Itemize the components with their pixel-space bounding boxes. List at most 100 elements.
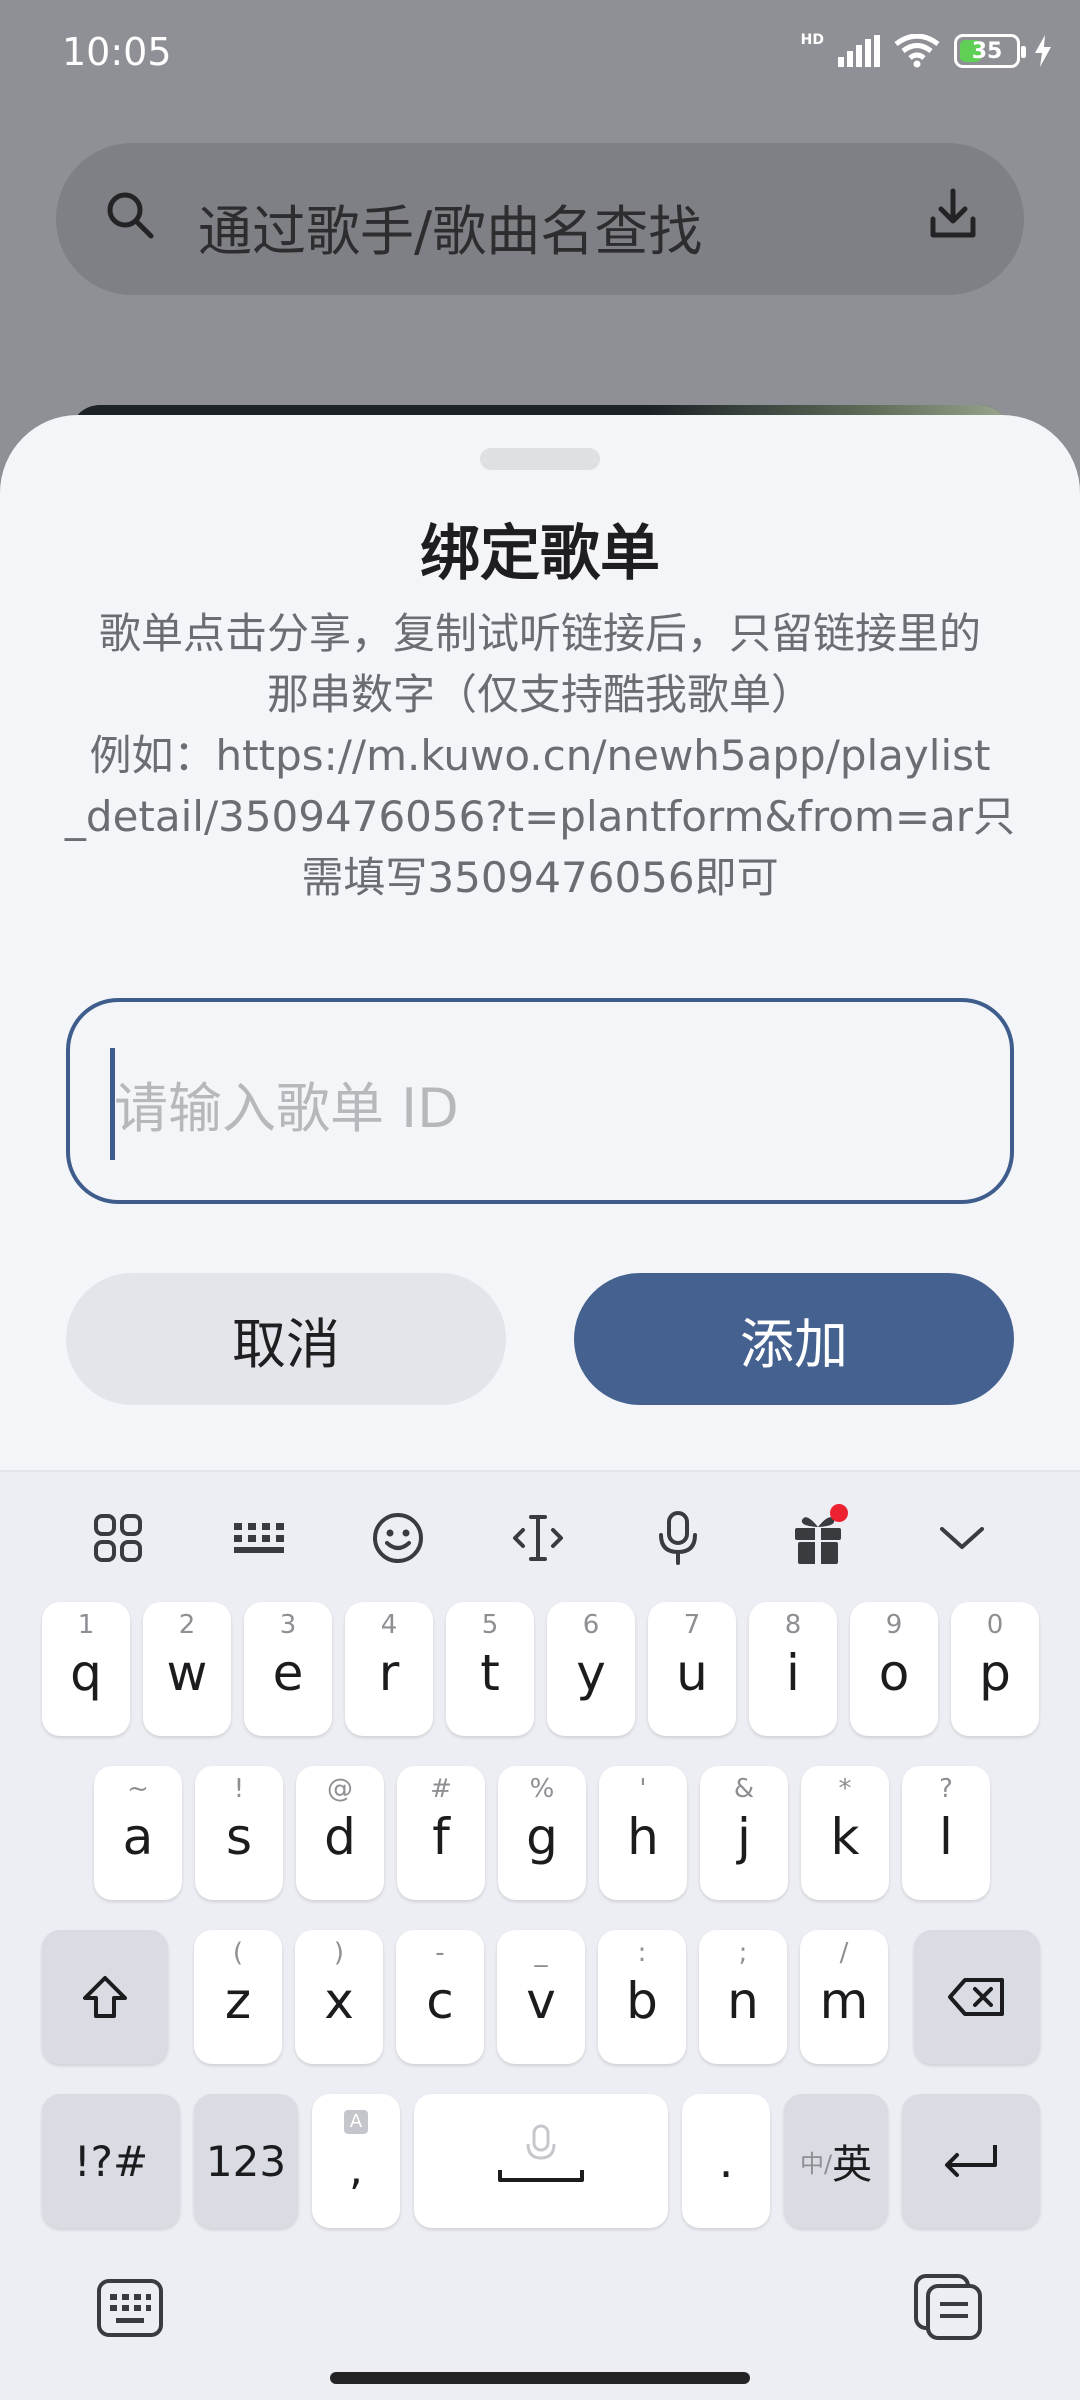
key-hint: * <box>838 1774 852 1804</box>
key-m[interactable]: / m <box>800 1930 888 2064</box>
key-label: s <box>225 1808 253 1866</box>
key-label: c <box>426 1972 454 2030</box>
drag-handle[interactable] <box>480 448 600 470</box>
dialog-description: 歌单点击分享，复制试听链接后，只留链接里的 那串数字（仅支持酷我歌单） 例如：h… <box>62 603 1018 908</box>
key-label: y <box>576 1644 606 1702</box>
keyboard-switch-icon[interactable] <box>96 2278 164 2338</box>
key-label: x <box>324 1972 354 2030</box>
input-placeholder: 请输入歌单 ID <box>114 1077 459 1140</box>
key-label: p <box>979 1644 1011 1702</box>
key-hint: 0 <box>986 1610 1004 1640</box>
enter-icon <box>945 2145 997 2177</box>
key-label: i <box>786 1644 800 1702</box>
emoji-icon[interactable] <box>368 1508 428 1568</box>
space-mic-icon <box>498 2124 584 2182</box>
description-line: 歌单点击分享，复制试听链接后，只留链接里的 <box>98 609 981 658</box>
search-bar[interactable]: 通过歌手/歌曲名查找 <box>56 143 1024 295</box>
enter-key[interactable] <box>902 2094 1040 2228</box>
key-n[interactable]: ; n <box>699 1930 787 2064</box>
space-key[interactable] <box>414 2094 668 2228</box>
description-line: 例如：https://m.kuwo.cn/newh5app/playlist <box>89 731 991 780</box>
signal-icon <box>838 35 880 67</box>
key-hint: 5 <box>481 1610 499 1640</box>
key-hint: 9 <box>885 1610 903 1640</box>
key-label: b <box>626 1972 658 2030</box>
key-hint: 4 <box>380 1610 398 1640</box>
search-icon <box>107 192 154 239</box>
description-line: _detail/3509476056?t=plantform&from=ar只 <box>64 792 1016 841</box>
comma-hint: A <box>344 2110 368 2134</box>
key-label: r <box>378 1644 400 1702</box>
numbers-key[interactable]: 123 <box>194 2094 298 2228</box>
clipboard-icon[interactable] <box>912 2272 984 2342</box>
key-y[interactable]: 6y <box>547 1602 635 1736</box>
shift-icon <box>83 1976 127 2018</box>
key-hint: 7 <box>683 1610 701 1640</box>
key-label: n <box>727 1972 759 2030</box>
key-hint: ( <box>232 1938 244 1968</box>
key-e[interactable]: 3e <box>244 1602 332 1736</box>
key-a[interactable]: ~ a <box>94 1766 182 1900</box>
key-hint: / <box>839 1938 849 1968</box>
key-d[interactable]: @ d <box>296 1766 384 1900</box>
comma-label: , <box>349 2144 363 2195</box>
keyboard-toolbar <box>0 1472 1080 1592</box>
key-label: w <box>166 1644 208 1702</box>
apps-grid-icon[interactable] <box>88 1508 148 1568</box>
keyboard-layout-icon[interactable] <box>228 1508 288 1568</box>
search-placeholder: 通过歌手/歌曲名查找 <box>198 200 703 263</box>
gift-icon[interactable] <box>788 1504 848 1568</box>
language-switch-key[interactable]: 中/英 <box>784 2094 888 2228</box>
add-button[interactable]: 添加 <box>574 1273 1014 1405</box>
key-r[interactable]: 4r <box>345 1602 433 1736</box>
backspace-key[interactable] <box>914 1930 1040 2064</box>
status-time: 10:05 <box>62 30 172 74</box>
key-c[interactable]: -c <box>396 1930 484 2064</box>
home-indicator[interactable] <box>330 2372 750 2384</box>
key-h[interactable]: ' h <box>599 1766 687 1900</box>
microphone-icon[interactable] <box>648 1508 708 1568</box>
key-k[interactable]: * k <box>801 1766 889 1900</box>
lang-small-label: 中/ <box>799 2149 833 2178</box>
key-t[interactable]: 5t <box>446 1602 534 1736</box>
key-hint: - <box>435 1938 445 1968</box>
key-hint: ? <box>939 1774 953 1804</box>
key-i[interactable]: 8i <box>749 1602 837 1736</box>
key-s[interactable]: ! s <box>195 1766 283 1900</box>
key-z[interactable]: (z <box>194 1930 282 2064</box>
description-line: 那串数字（仅支持酷我歌单） <box>266 670 813 719</box>
key-w[interactable]: 2w <box>143 1602 231 1736</box>
key-x[interactable]: ) x <box>295 1930 383 2064</box>
key-hint: ) <box>333 1938 345 1968</box>
download-icon[interactable] <box>928 187 978 241</box>
symbols-key[interactable]: !?# <box>42 2094 180 2228</box>
description-line: 需填写3509476056即可 <box>301 853 779 902</box>
key-u[interactable]: 7u <box>648 1602 736 1736</box>
period-key[interactable]: . <box>682 2094 770 2228</box>
key-f[interactable]: # f <box>397 1766 485 1900</box>
key-hint: ! <box>233 1774 245 1804</box>
key-q[interactable]: 1q <box>42 1602 130 1736</box>
cancel-button[interactable]: 取消 <box>66 1273 506 1405</box>
key-label: u <box>676 1644 708 1702</box>
comma-key[interactable]: A , <box>312 2094 400 2228</box>
key-g[interactable]: % g <box>498 1766 586 1900</box>
collapse-chevron-icon[interactable] <box>932 1508 992 1568</box>
key-p[interactable]: 0p <box>951 1602 1039 1736</box>
key-hint: @ <box>327 1774 353 1804</box>
key-label: a <box>122 1808 154 1866</box>
playlist-id-input[interactable]: 请输入歌单 ID <box>66 998 1014 1204</box>
key-hint: 6 <box>582 1610 600 1640</box>
shift-key[interactable] <box>42 1930 168 2064</box>
charging-icon <box>1035 35 1051 67</box>
key-label: g <box>526 1808 558 1866</box>
key-v[interactable]: _ v <box>497 1930 585 2064</box>
key-b[interactable]: :b <box>598 1930 686 2064</box>
key-o[interactable]: 9o <box>850 1602 938 1736</box>
key-l[interactable]: ? l <box>902 1766 990 1900</box>
status-icons: HD 35 <box>800 32 1052 68</box>
key-j[interactable]: & j <box>700 1766 788 1900</box>
hd-label: HD <box>800 32 824 48</box>
cursor-move-icon[interactable] <box>508 1508 568 1568</box>
soft-keyboard: 1 q 2 w 3 e 4 r 5 t 6 y 7 u 8 i 9 o 0 p ~ a! s @ d # f% g ' h & j * k? l(z… <box>0 1470 1080 2400</box>
